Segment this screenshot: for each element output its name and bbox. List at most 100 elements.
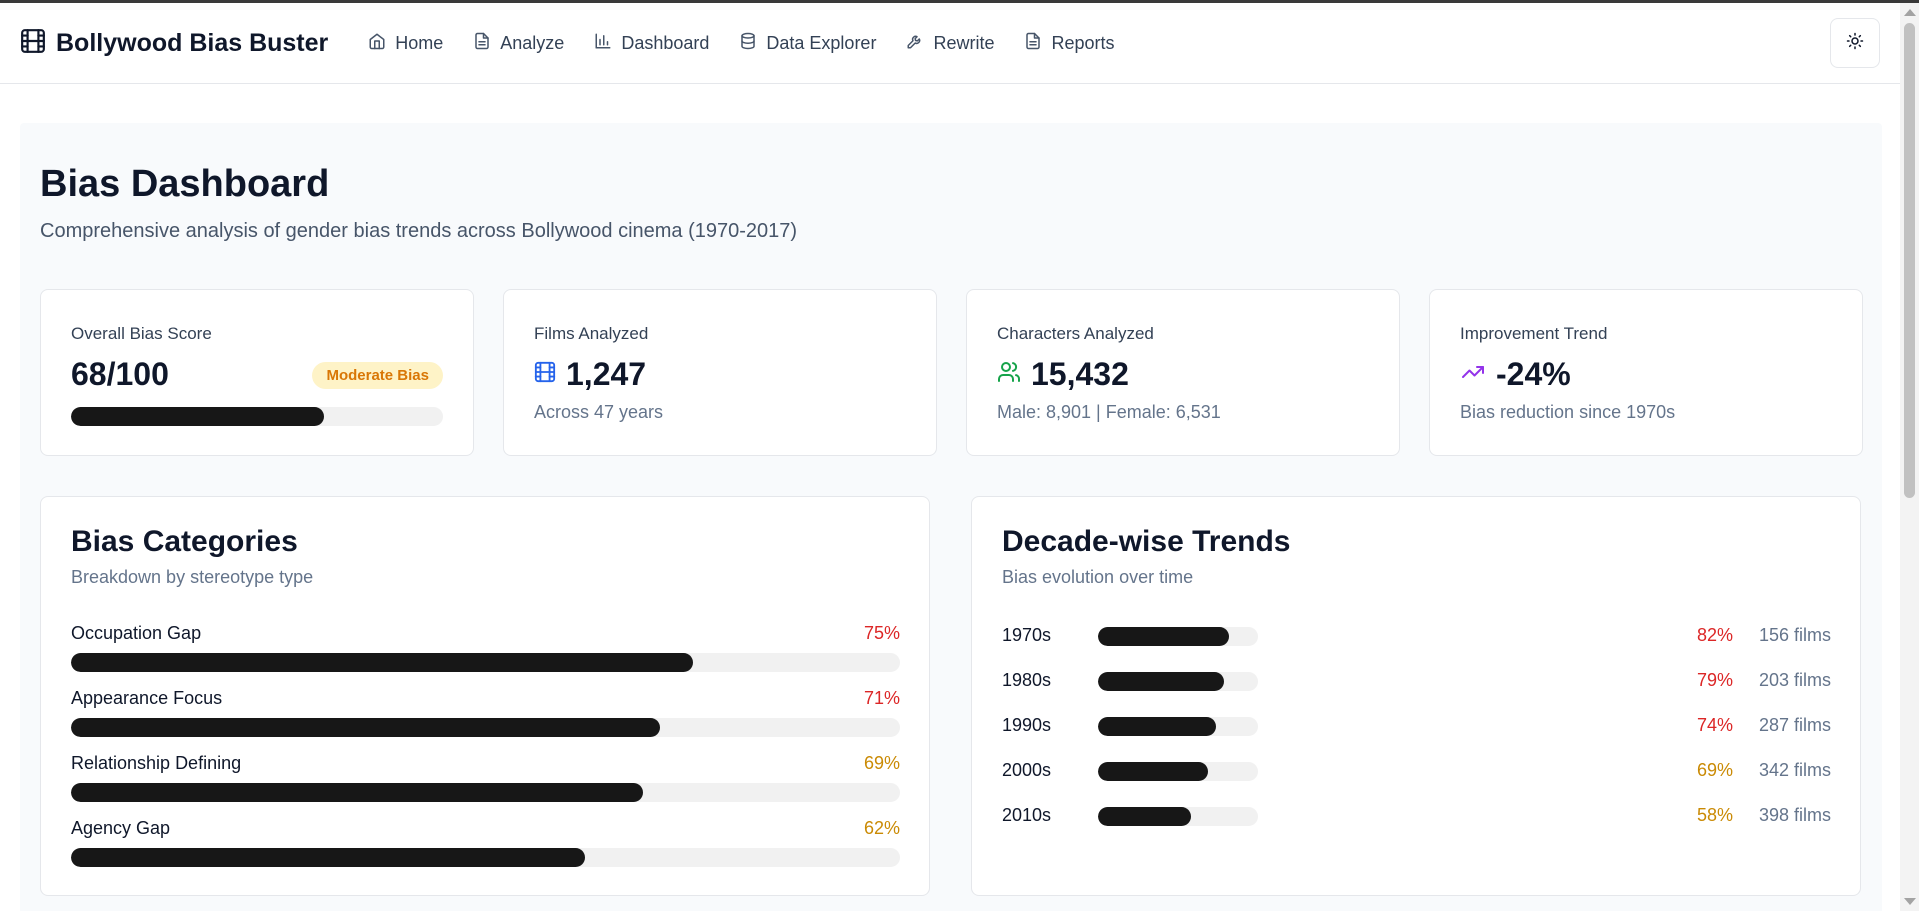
decade-row: 1990s 74% 287 films [1002,713,1831,739]
decade-bar [1098,717,1258,736]
panel-title: Bias Categories [71,525,298,558]
app-title: Bollywood Bias Buster [56,28,329,57]
database-icon [739,32,757,55]
overall-bias-score: 68/100 [71,356,169,392]
decade-bar-fill [1098,807,1191,826]
category-bar [71,783,900,802]
stat-label: Improvement Trend [1460,324,1608,343]
file-text-icon [473,32,491,55]
decade-films: 203 films [1758,670,1831,690]
bar-chart-icon [594,32,612,55]
decade-label: 1970s [1002,625,1052,645]
decade-films: 398 films [1758,805,1831,825]
film-icon [20,28,46,59]
decade-pct: 58% [1696,805,1733,825]
nav-data-explorer[interactable]: Data Explorer [739,32,876,55]
category-bar-fill [71,848,585,867]
film-icon [534,361,556,388]
category-row: Occupation Gap 75% [71,623,900,673]
scroll-down-arrow-icon[interactable] [1904,898,1916,905]
characters-analyzed-card: Characters Analyzed 15,432 Male: 8,901 |… [966,289,1400,456]
decade-label: 1990s [1002,715,1052,735]
scroll-up-arrow-icon[interactable] [1904,9,1916,16]
decade-films: 287 films [1758,715,1831,735]
category-bar [71,653,900,672]
stat-value-row: 1,247 [534,356,646,393]
decade-pct: 69% [1696,760,1733,780]
nav-rewrite-label: Rewrite [933,32,995,53]
overall-bias-progress [71,407,443,426]
decade-bar [1098,807,1258,826]
nav-reports[interactable]: Reports [1024,32,1115,55]
category-bar-fill [71,718,660,737]
decade-label: 1980s [1002,670,1052,690]
stat-value-row: 15,432 [997,356,1129,393]
category-row: Agency Gap 62% [71,818,900,868]
decade-pct: 79% [1696,670,1733,690]
improvement-trend-card: Improvement Trend -24% Bias reduction si… [1429,289,1863,456]
scrollbar-thumb[interactable] [1904,23,1915,498]
page-subtitle: Comprehensive analysis of gender bias tr… [40,220,798,242]
category-pct: 69% [863,753,900,773]
users-icon [997,360,1021,389]
decade-bar-fill [1098,762,1209,781]
category-pct: 71% [863,688,900,708]
category-label: Occupation Gap [71,623,202,643]
dashboard-main: Bias Dashboard Comprehensive analysis of… [20,123,1882,911]
stat-sub: Bias reduction since 1970s [1460,402,1676,422]
stat-value-row: -24% [1460,356,1571,393]
decade-bar [1098,672,1258,691]
nav-home-label: Home [395,32,444,53]
theme-toggle-button[interactable] [1830,18,1880,68]
decade-row: 1970s 82% 156 films [1002,623,1831,649]
stat-label: Overall Bias Score [71,324,212,343]
decade-label: 2010s [1002,805,1052,825]
decade-pct: 82% [1696,625,1733,645]
trend-value: -24% [1496,356,1571,392]
decade-bar-fill [1098,672,1225,691]
category-row: Relationship Defining 69% [71,753,900,803]
panel-subtitle: Bias evolution over time [1002,567,1194,587]
category-label: Appearance Focus [71,688,223,708]
nav-dashboard[interactable]: Dashboard [594,32,709,55]
bias-categories-panel: Bias Categories Breakdown by stereotype … [40,496,930,896]
category-pct: 75% [863,623,900,643]
nav-analyze[interactable]: Analyze [473,32,564,55]
category-bar [71,718,900,737]
decade-trends-panel: Decade-wise Trends Bias evolution over t… [971,496,1861,896]
progress-fill [71,407,324,426]
vertical-scrollbar[interactable] [1900,3,1919,911]
decade-row: 1980s 79% 203 films [1002,668,1831,694]
trending-up-icon [1460,360,1486,389]
nav-data-explorer-label: Data Explorer [766,32,877,53]
category-row: Appearance Focus 71% [71,688,900,738]
nav-dashboard-label: Dashboard [621,32,710,53]
category-pct: 62% [863,818,900,838]
decade-pct: 74% [1696,715,1733,735]
decade-row: 2000s 69% 342 films [1002,758,1831,784]
page-title: Bias Dashboard [40,163,330,205]
films-analyzed-card: Films Analyzed 1,247 Across 47 years [503,289,937,456]
stat-sub: Across 47 years [534,402,664,422]
decade-films: 342 films [1758,760,1831,780]
category-bar-fill [71,783,643,802]
category-label: Relationship Defining [71,753,242,773]
status-badge: Moderate Bias [312,362,443,389]
sun-icon [1846,32,1864,55]
wrench-icon [906,32,924,55]
characters-count: 15,432 [1031,356,1129,392]
brand[interactable]: Bollywood Bias Buster [20,28,328,59]
nav-home[interactable]: Home [368,32,443,55]
top-navbar: Bollywood Bias Buster Home Analyze Dashb… [0,3,1900,84]
file-text-icon [1024,32,1042,55]
films-count: 1,247 [566,356,647,392]
panel-subtitle: Breakdown by stereotype type [71,567,314,587]
stat-value-row: 68/100 [71,356,169,393]
nav-analyze-label: Analyze [500,32,565,53]
category-bar [71,848,900,867]
decade-films: 156 films [1758,625,1831,645]
decade-bar [1098,627,1258,646]
nav-rewrite[interactable]: Rewrite [906,32,994,55]
decade-row: 2010s 58% 398 films [1002,803,1831,829]
home-icon [368,32,386,55]
